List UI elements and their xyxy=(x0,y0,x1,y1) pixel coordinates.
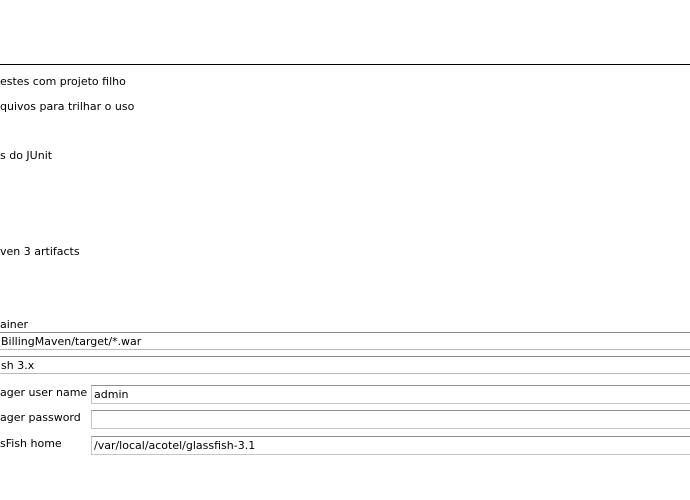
container-select[interactable]: sh 3.x xyxy=(0,356,690,374)
option-child-project-tests[interactable]: estes com projeto filho xyxy=(0,75,126,88)
manager-user-label: ager user name xyxy=(0,386,88,399)
section-divider xyxy=(0,64,690,65)
option-maven3-artifacts[interactable]: ven 3 artifacts xyxy=(0,245,80,258)
glassfish-home-input[interactable] xyxy=(91,436,690,455)
manager-password-label: ager password xyxy=(0,411,81,424)
manager-user-input[interactable] xyxy=(91,385,690,404)
option-track-usage-files[interactable]: quivos para trilhar o uso xyxy=(0,100,134,113)
glassfish-home-label: sFish home xyxy=(0,437,62,450)
container-select-value: sh 3.x xyxy=(1,359,35,372)
war-path-value: BillingMaven/target/*.war xyxy=(1,335,142,348)
manager-password-input[interactable] xyxy=(91,410,690,429)
war-path-field[interactable]: BillingMaven/target/*.war xyxy=(0,332,690,350)
option-junit-reports[interactable]: s do JUnit xyxy=(0,149,52,162)
container-label: ainer xyxy=(0,318,29,331)
